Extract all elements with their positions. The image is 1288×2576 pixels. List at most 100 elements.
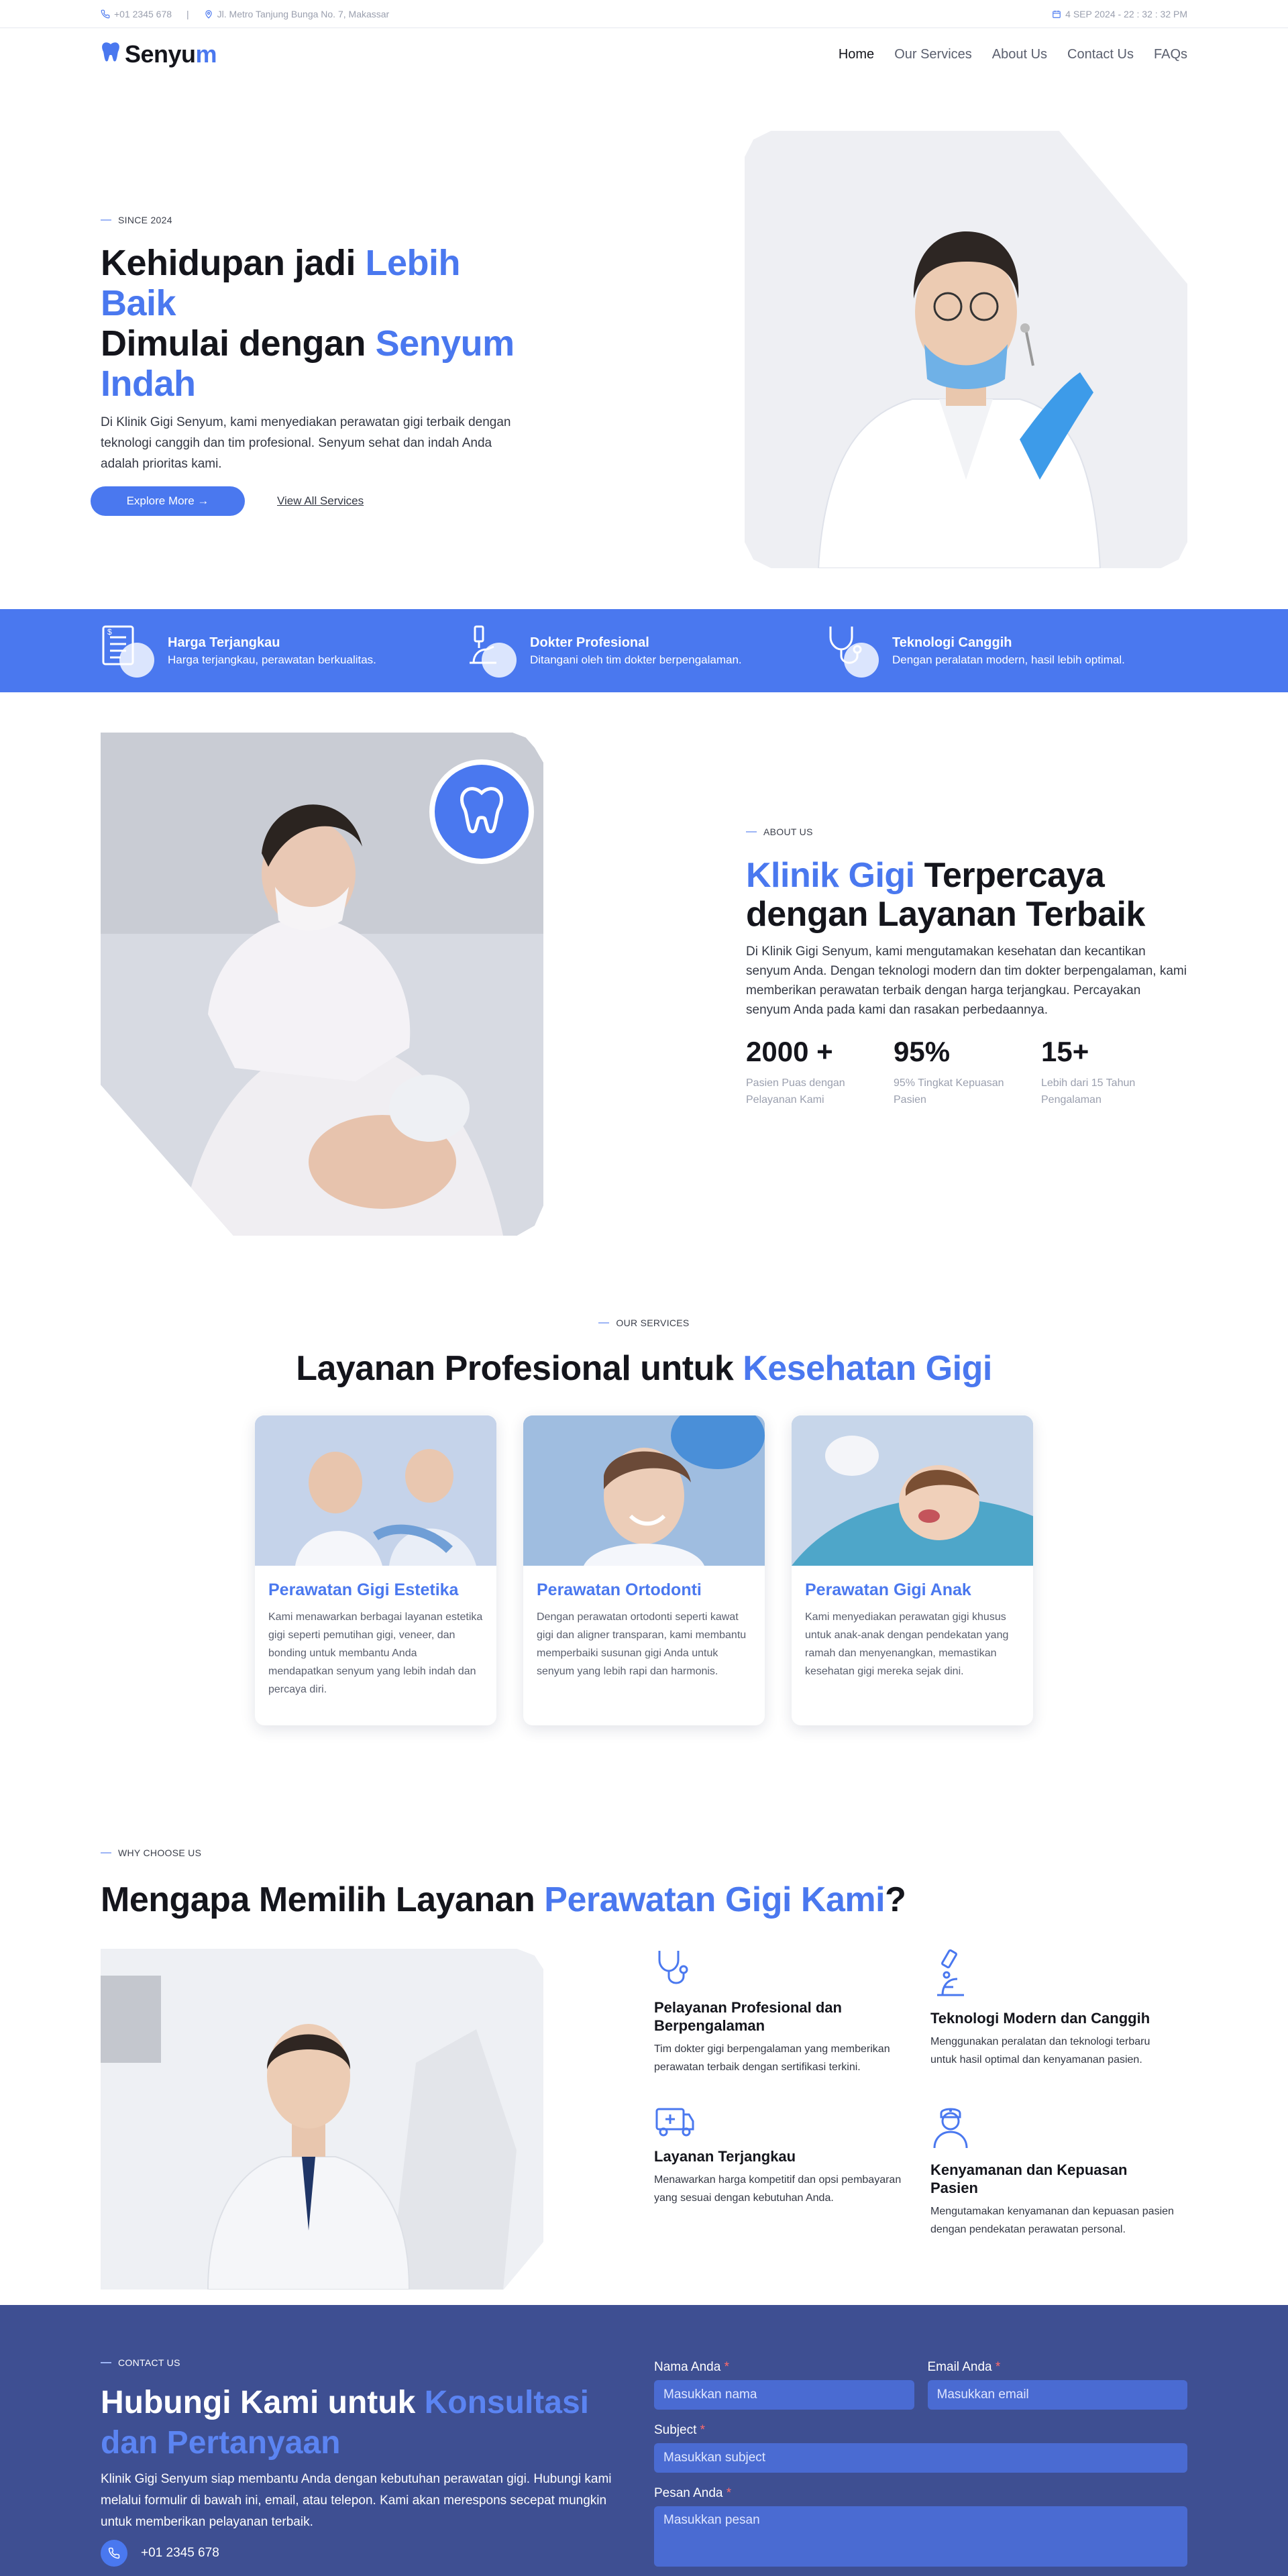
- stat-item: 15+ Lebih dari 15 Tahun Pengalaman: [1041, 1036, 1189, 1108]
- view-all-services-link[interactable]: View All Services: [277, 494, 364, 508]
- nav-item-about-us[interactable]: About Us: [992, 47, 1047, 62]
- feature-title: Harga Terjangkau: [168, 635, 280, 650]
- tooth-logo-icon: [101, 40, 125, 68]
- feature-desc: Dengan peralatan modern, hasil lebih opt…: [892, 653, 1125, 666]
- medical-case-icon: [654, 2108, 694, 2140]
- about-description: Di Klinik Gigi Senyum, kami mengutamakan…: [746, 945, 1187, 1017]
- why-choose-us-section: WHY CHOOSE US Mengapa Memilih Layanan Pe…: [101, 1834, 1187, 2344]
- why-title-highlight: Perawatan Gigi Kami: [544, 1880, 885, 1919]
- stat-value: 15+: [1041, 1036, 1089, 1067]
- brand-logo[interactable]: Senyu m: [101, 40, 217, 68]
- why-item-title: Pelayanan Profesional dan Berpengalaman: [654, 1999, 842, 2034]
- nav-item-contact-us[interactable]: Contact Us: [1067, 47, 1134, 62]
- nurse-icon: [930, 2108, 971, 2153]
- why-item-title: Kenyamanan dan Kepuasan Pasien: [930, 2161, 1128, 2196]
- hero-title-part: Dimulai dengan: [101, 323, 376, 364]
- why-eyebrow: WHY CHOOSE US: [101, 1834, 1187, 1858]
- service-card[interactable]: Perawatan Gigi Estetika Kami menawarkan …: [255, 1415, 496, 1725]
- why-item-desc: Menawarkan harga kompetitif dan opsi pem…: [654, 2174, 902, 2204]
- stat-label: Pasien Puas dengan Pelayanan Kami: [746, 1077, 845, 1106]
- about-title-highlight: Klinik Gigi: [746, 856, 915, 895]
- required-mark: *: [726, 2486, 732, 2500]
- service-card-desc: Kami menyediakan perawatan gigi khusus u…: [805, 1611, 1009, 1677]
- services-section: OUR SERVICES Layanan Profesional untuk K…: [101, 1291, 1187, 1834]
- service-card[interactable]: Perawatan Gigi Anak Kami menyediakan per…: [792, 1415, 1033, 1725]
- stat-item: 95% 95% Tingkat Kepuasan Pasien: [894, 1036, 1041, 1108]
- nav-item-our-services[interactable]: Our Services: [894, 47, 972, 62]
- nav-item-home[interactable]: Home: [839, 47, 874, 62]
- service-card-image: [523, 1415, 765, 1566]
- feature-desc: Harga terjangkau, perawatan berkualitas.: [168, 653, 376, 666]
- phone-icon: [101, 9, 110, 19]
- email-input[interactable]: [927, 2380, 1187, 2410]
- microscope-icon: [930, 1949, 971, 2002]
- name-input[interactable]: [654, 2380, 914, 2410]
- about-eyebrow: ABOUT US: [746, 826, 1189, 837]
- contact-phone[interactable]: +01 2345 678: [101, 2540, 637, 2567]
- main-navbar: Senyu m Home Our Services About Us Contac…: [0, 28, 1288, 80]
- hero-title: Kehidupan jadi Lebih Baik Dimulai dengan…: [101, 243, 543, 404]
- explore-more-button[interactable]: Explore More →: [91, 486, 245, 516]
- required-mark: *: [700, 2423, 706, 2437]
- hero-description: Di Klinik Gigi Senyum, kami menyediakan …: [101, 415, 511, 471]
- location-pin-icon: [204, 9, 213, 19]
- feature-title: Dokter Profesional: [530, 635, 649, 650]
- why-item-desc: Mengutamakan kenyamanan dan kepuasan pas…: [930, 2206, 1174, 2235]
- brand-name-prefix: Senyu: [125, 40, 196, 68]
- email-label: Email Anda *: [928, 2360, 1188, 2375]
- why-item-desc: Tim dokter gigi berpengalaman yang membe…: [654, 2043, 890, 2073]
- subject-input[interactable]: [654, 2443, 1187, 2473]
- feature-item: Teknologi Canggih Dengan peralatan moder…: [825, 624, 1187, 678]
- services-eyebrow: OUR SERVICES: [101, 1291, 1187, 1328]
- topbar-phone[interactable]: +01 2345 678: [114, 9, 172, 19]
- contact-description: Klinik Gigi Senyum siap membantu Anda de…: [101, 2472, 612, 2529]
- name-label-text: Nama Anda: [654, 2360, 721, 2374]
- contact-section: CONTACT US Hubungi Kami untuk Konsultasi…: [0, 2305, 1288, 2576]
- message-label-text: Pesan Anda: [654, 2486, 723, 2500]
- why-item-title: Layanan Terjangkau: [654, 2148, 796, 2165]
- why-item-title: Teknologi Modern dan Canggih: [930, 2010, 1150, 2027]
- service-card-title: Perawatan Gigi Anak: [805, 1580, 971, 1599]
- message-textarea[interactable]: [654, 2506, 1187, 2567]
- feature-title: Teknologi Canggih: [892, 635, 1012, 650]
- name-label: Nama Anda *: [654, 2360, 914, 2375]
- service-card-desc: Dengan perawatan ortodonti seperti kawat…: [537, 1611, 747, 1677]
- hero-eyebrow: SINCE 2024: [101, 215, 543, 225]
- services-title-highlight: Kesehatan Gigi: [743, 1349, 992, 1388]
- about-stats: 2000 + Pasien Puas dengan Pelayanan Kami…: [746, 1036, 1189, 1108]
- why-item: Layanan Terjangkau Menawarkan harga komp…: [654, 2104, 902, 2207]
- stethoscope-icon: [654, 1951, 694, 1991]
- why-title-part: ?: [885, 1880, 906, 1919]
- topbar-separator: |: [186, 9, 189, 19]
- subject-label: Subject *: [654, 2423, 1187, 2438]
- why-item: Kenyamanan dan Kepuasan Pasien Mengutama…: [930, 2104, 1179, 2239]
- required-mark: *: [724, 2360, 729, 2374]
- stat-label: Lebih dari 15 Tahun Pengalaman: [1041, 1077, 1136, 1106]
- top-info-bar: +01 2345 678 | Jl. Metro Tanjung Bunga N…: [0, 0, 1288, 28]
- service-card-title: Perawatan Gigi Estetika: [268, 1580, 459, 1599]
- hero-dentist-image: [745, 131, 1187, 568]
- contact-title: Hubungi Kami untuk Konsultasi dan Pertan…: [101, 2383, 637, 2463]
- contact-phone-number: +01 2345 678: [141, 2546, 219, 2560]
- service-card-image: [255, 1415, 496, 1566]
- service-card[interactable]: Perawatan Ortodonti Dengan perawatan ort…: [523, 1415, 765, 1725]
- nav-item-faqs[interactable]: FAQs: [1154, 47, 1187, 62]
- nav-links: Home Our Services About Us Contact Us FA…: [839, 47, 1187, 62]
- service-card-desc: Kami menawarkan berbagai layanan estetik…: [268, 1611, 483, 1695]
- why-title-part: Mengapa Memilih Layanan: [101, 1880, 545, 1919]
- why-item-desc: Menggunakan peralatan dan teknologi terb…: [930, 2036, 1150, 2065]
- message-label: Pesan Anda *: [654, 2486, 1187, 2501]
- service-card-image: [792, 1415, 1033, 1566]
- required-mark: *: [995, 2360, 1001, 2374]
- contact-title-part: Hubungi Kami untuk: [101, 2385, 425, 2420]
- contact-form: Nama Anda * Email Anda * Subject * Pesan…: [654, 2360, 1187, 2576]
- service-card-title: Perawatan Ortodonti: [537, 1580, 702, 1599]
- features-band: $ Harga Terjangkau Harga terjangkau, per…: [0, 609, 1288, 692]
- feature-desc: Ditangani oleh tim dokter berpengalaman.: [530, 653, 742, 666]
- stat-value: 95%: [894, 1036, 951, 1067]
- email-label-text: Email Anda: [927, 2360, 992, 2374]
- services-title: Layanan Profesional untuk Kesehatan Gigi: [101, 1348, 1187, 1389]
- why-item: Teknologi Modern dan Canggih Menggunakan…: [930, 1948, 1179, 2069]
- topbar-address: Jl. Metro Tanjung Bunga No. 7, Makassar: [217, 9, 390, 19]
- why-doctor-image: [101, 1949, 543, 2290]
